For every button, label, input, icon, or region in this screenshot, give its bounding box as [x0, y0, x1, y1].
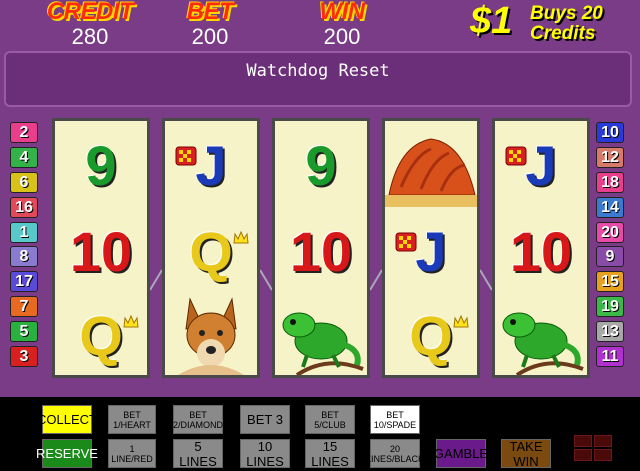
slot-machine-screen: CREDIT 280 BET 200 WIN 200 $1 Buys 20 Cr…	[0, 0, 640, 471]
symbol-text: 9	[305, 133, 337, 197]
bet5-club-button[interactable]: BET 5/CLUB	[305, 405, 355, 434]
lines5-button[interactable]: 5 LINES	[173, 439, 223, 469]
uluru-rock-icon	[385, 123, 477, 208]
message-bar: Watchdog Reset	[4, 51, 632, 107]
lines20-black-button[interactable]: 20 LINES/BLACK	[366, 439, 424, 468]
right-line-marker: 10	[596, 122, 624, 143]
indicator-light	[574, 449, 592, 461]
payline-segment	[479, 269, 493, 291]
left-line-marker: 2	[10, 122, 38, 143]
bet-value: 200	[191, 24, 229, 49]
button-panel: COLLECT RESERVE BET 1/HEART 1 LINE/RED BET 2…	[0, 397, 640, 471]
bet-label: BET	[186, 0, 234, 25]
left-line-marker: 7	[10, 296, 38, 318]
crown-icon	[453, 314, 469, 334]
payline-segment	[369, 269, 383, 291]
lines15-button[interactable]: 15 LINES	[305, 439, 355, 469]
denomination-line2: Credits	[530, 23, 596, 44]
symbol-text: J	[525, 133, 557, 197]
right-line-marker: 13	[596, 321, 624, 343]
symbol-text: 10	[69, 219, 133, 283]
denomination-info: $1 Buys 20 Credits	[466, 0, 636, 46]
indicator-light	[574, 435, 592, 447]
left-line-marker: 17	[10, 271, 38, 293]
credit-label: CREDIT	[46, 0, 134, 25]
reel-symbol-jack: J	[165, 123, 257, 208]
lizard-icon	[275, 293, 367, 375]
bet10-spade-button[interactable]: BET 10/SPADE	[370, 405, 420, 434]
symbol-text: J	[195, 133, 227, 197]
reel-symbol-ten: 10	[275, 209, 367, 294]
win-label: WIN	[319, 0, 365, 25]
left-line-marker: 16	[10, 196, 38, 218]
reel-1: 9 10 Q	[52, 118, 150, 378]
right-line-marker: 12	[596, 146, 624, 168]
bet1-heart-button[interactable]: BET 1/HEART	[108, 405, 156, 434]
shield-icon	[505, 145, 527, 172]
symbol-text: 10	[509, 219, 573, 283]
left-line-marker: 6	[10, 171, 38, 193]
reel-symbol-nine: 9	[55, 123, 147, 208]
symbol-text: Q	[409, 303, 453, 367]
reel-4: JQ	[382, 118, 480, 378]
win-value: 200	[323, 24, 361, 49]
reel-area: 9 10 Q J Q 9 10 J Q J 10	[52, 118, 592, 380]
symbol-text: 10	[289, 219, 353, 283]
credit-value: 280	[71, 24, 109, 49]
left-line-marker: 8	[10, 246, 38, 268]
dingo-icon	[165, 293, 257, 375]
collect-button[interactable]: COLLECT	[37, 405, 97, 434]
symbol-text: 9	[85, 133, 117, 197]
bet3-button[interactable]: BET 3	[240, 405, 290, 434]
status-message: Watchdog Reset	[246, 61, 390, 81]
crown-icon	[233, 230, 249, 250]
right-line-marker: 15	[596, 271, 624, 293]
take-win-button[interactable]: TAKE WIN	[501, 439, 551, 469]
right-line-marker: 19	[596, 296, 624, 318]
shield-icon	[395, 231, 417, 258]
symbol-text: J	[415, 219, 447, 283]
indicator-light	[594, 435, 612, 447]
left-line-markers: 2 4 6 16 1 8 17 7 5 3	[10, 122, 40, 371]
right-line-marker: 11	[596, 346, 624, 368]
line1-red-button[interactable]: 1 LINE/RED	[108, 439, 156, 468]
left-line-marker: 3	[10, 346, 38, 368]
left-line-marker: 5	[10, 321, 38, 343]
shield-icon	[175, 145, 197, 172]
lines10-button[interactable]: 10 LINES	[240, 439, 290, 469]
left-line-marker: 1	[10, 221, 38, 243]
indicator-light	[594, 449, 612, 461]
gamble-button[interactable]: GAMBLE	[434, 439, 488, 468]
credit-display: CREDIT 280	[40, 0, 140, 48]
right-line-marker: 20	[596, 221, 624, 243]
reel-symbol-queen: Q	[55, 293, 147, 375]
bet2-diamond-button[interactable]: BET 2/DIAMOND	[173, 405, 223, 434]
right-line-marker: 14	[596, 196, 624, 218]
reel-symbol-nine: 9	[275, 123, 367, 208]
denomination-line1: Buys 20	[530, 3, 603, 24]
denomination-amount: $1	[470, 0, 513, 42]
symbol-text: Q	[189, 219, 233, 283]
win-display: WIN 200	[302, 0, 382, 48]
reel-symbol-queen: Q	[385, 293, 477, 375]
reel-symbol-queen: Q	[165, 209, 257, 294]
reel-3: 9 10	[272, 118, 370, 378]
reel-symbol-jack: J	[495, 123, 587, 208]
payline-segment	[149, 269, 163, 291]
right-line-marker: 9	[596, 246, 624, 268]
payline-segment	[259, 269, 273, 291]
reel-symbol-jack: J	[385, 209, 477, 294]
reel-symbol-ten: 10	[55, 209, 147, 294]
lizard-icon	[495, 293, 587, 375]
reserve-button[interactable]: RESERVE	[36, 439, 98, 468]
reel-5: J 10	[492, 118, 590, 378]
right-line-markers: 10 12 18 14 20 9 15 19 13 11	[596, 122, 626, 371]
left-line-marker: 4	[10, 146, 38, 168]
bet-display: BET 200	[170, 0, 250, 48]
reel-2: JQ	[162, 118, 260, 378]
symbol-text: Q	[79, 303, 123, 367]
crown-icon	[123, 314, 139, 334]
right-line-marker: 18	[596, 171, 624, 193]
reel-symbol-ten: 10	[495, 209, 587, 294]
